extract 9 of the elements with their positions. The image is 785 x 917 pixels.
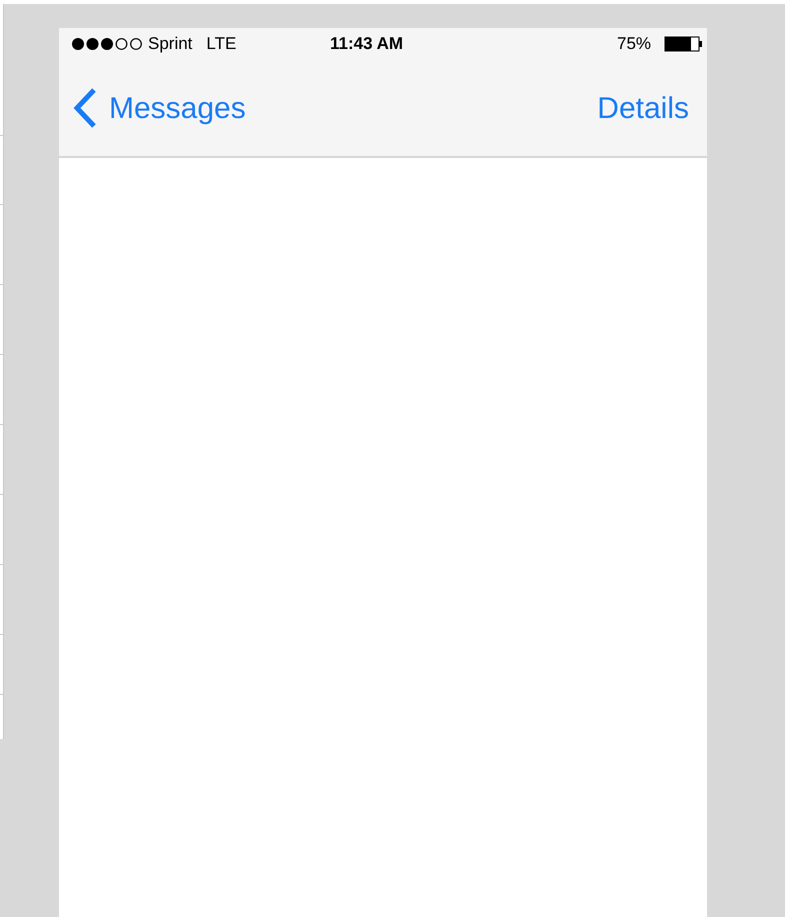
details-button[interactable]: Details bbox=[597, 86, 689, 130]
battery-percentage: 75% bbox=[617, 33, 652, 56]
clock-time: 11:43 AM bbox=[330, 33, 404, 56]
back-button[interactable]: Messages bbox=[73, 86, 246, 130]
battery-icon bbox=[664, 36, 704, 52]
back-chevron-icon bbox=[73, 87, 97, 129]
network-type: LTE bbox=[206, 33, 236, 56]
signal-strength-icon bbox=[71, 37, 143, 51]
carrier-name: Sprint bbox=[148, 33, 192, 56]
